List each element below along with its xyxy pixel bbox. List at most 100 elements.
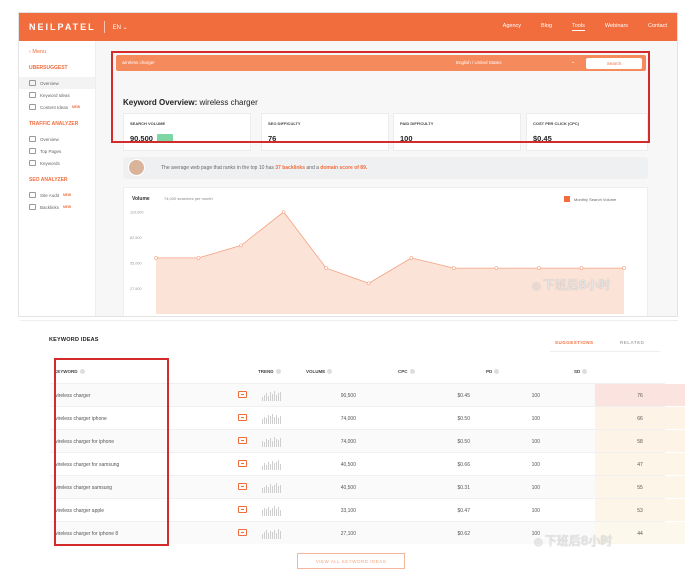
- data-point[interactable]: [366, 281, 371, 286]
- menu-item-icon: [29, 92, 36, 98]
- help-icon[interactable]: [582, 369, 588, 375]
- trend-chart-icon[interactable]: [238, 437, 247, 444]
- spark-bar: [274, 485, 275, 493]
- cpc-cell: $0.47: [457, 508, 470, 514]
- spark-bar: [278, 460, 279, 470]
- data-point[interactable]: [579, 266, 584, 270]
- trend-chart-icon[interactable]: [238, 529, 247, 536]
- data-point[interactable]: [154, 256, 158, 260]
- trend-sparkline: [262, 436, 294, 447]
- view-all-keyword-ideas-button[interactable]: VIEW ALL KEYWORD IDEAS: [297, 553, 405, 569]
- col-volume[interactable]: VOLUME: [306, 369, 333, 375]
- sd-value: 55: [637, 485, 643, 491]
- spark-bar: [268, 487, 269, 493]
- col-pd-label: PD: [486, 369, 493, 374]
- sidebar-item-label: Content Ideas: [40, 104, 69, 110]
- trend-chart-icon[interactable]: [238, 506, 247, 513]
- menu-back-link[interactable]: ‹ Menu: [19, 49, 95, 55]
- sidebar-item-site-audit[interactable]: Site Audit NEW: [19, 189, 95, 201]
- sd-cell: 58: [595, 430, 685, 452]
- spark-bar: [268, 533, 269, 539]
- col-trend[interactable]: TREND: [258, 369, 281, 375]
- nav-agency[interactable]: Agency: [503, 23, 521, 31]
- sidebar-section-title: UBERSUGGEST: [29, 65, 68, 71]
- spark-bar: [270, 510, 271, 516]
- sidebar-item-overview[interactable]: Overview: [19, 133, 95, 145]
- spark-bar: [270, 416, 271, 424]
- spark-bar: [270, 484, 271, 493]
- tab-suggestions[interactable]: SUGGESTIONS: [555, 340, 594, 345]
- help-icon[interactable]: [494, 369, 500, 375]
- tip-backlinks: 37 backlinks: [275, 165, 305, 171]
- data-point[interactable]: [281, 210, 286, 214]
- sidebar-item-keywords[interactable]: Keywords: [19, 157, 95, 169]
- data-point[interactable]: [537, 266, 541, 270]
- sidebar-item-label: Backlinks: [40, 204, 60, 210]
- spark-bar: [270, 531, 271, 539]
- col-cpc[interactable]: CPC: [398, 369, 415, 375]
- trend-chart-icon[interactable]: [238, 391, 247, 398]
- nav-blog[interactable]: Blog: [541, 23, 552, 31]
- cpc-cell: $0.31: [457, 485, 470, 491]
- keyword-ideas-title: KEYWORD IDEAS: [49, 337, 99, 343]
- pd-cell: 100: [531, 393, 540, 399]
- sidebar-item-content-ideas[interactable]: Content Ideas NEW: [19, 101, 95, 113]
- volume-cell: 40,500: [340, 462, 356, 468]
- volume-cell: 27,100: [340, 531, 356, 537]
- spark-bar: [262, 466, 263, 470]
- data-point[interactable]: [409, 256, 414, 260]
- language-selector[interactable]: EN ⌄: [113, 24, 128, 31]
- sidebar-section-title: TRAFFIC ANALYZER: [29, 121, 79, 127]
- data-point[interactable]: [239, 243, 243, 248]
- col-sd[interactable]: SD: [574, 369, 588, 375]
- spark-bar: [266, 439, 267, 447]
- brand-logo[interactable]: NEILPATEL: [29, 22, 96, 32]
- sidebar-item-overview[interactable]: Overview: [19, 77, 95, 89]
- trend-sparkline: [262, 413, 294, 424]
- spark-bar: [264, 463, 265, 470]
- spark-bar: [262, 534, 263, 539]
- data-point[interactable]: [452, 266, 456, 270]
- brand-divider: [103, 21, 105, 33]
- spark-bar: [268, 396, 269, 401]
- y-tick-label: 55,000: [130, 262, 142, 266]
- wechat-icon: ◎: [532, 281, 541, 292]
- cpc-cell: $0.50: [457, 416, 470, 422]
- trend-sparkline: [262, 459, 294, 470]
- data-point[interactable]: [324, 266, 328, 270]
- spark-bar: [272, 441, 273, 447]
- trend-chart-icon[interactable]: [238, 414, 247, 421]
- nav-tools[interactable]: Tools: [572, 23, 585, 31]
- nav-contact[interactable]: Contact: [648, 23, 667, 31]
- col-pd[interactable]: PD: [486, 369, 500, 375]
- spark-bar: [274, 463, 275, 470]
- help-icon[interactable]: [327, 369, 333, 375]
- nav-webinars[interactable]: Webinars: [605, 23, 628, 31]
- sidebar-item-top-pages[interactable]: Top Pages: [19, 145, 95, 157]
- sidebar-item-label: Overview: [40, 80, 59, 86]
- sidebar-item-backlinks[interactable]: Backlinks NEW: [19, 201, 95, 213]
- tab-related[interactable]: RELATED: [620, 340, 644, 345]
- data-point[interactable]: [494, 266, 499, 270]
- trend-chart-icon[interactable]: [238, 483, 247, 490]
- sidebar-item-label: Keyword Ideas: [40, 92, 70, 98]
- spark-bar: [274, 391, 275, 401]
- spark-bar: [268, 507, 269, 516]
- help-icon[interactable]: [409, 369, 415, 375]
- spark-bar: [264, 417, 265, 424]
- spark-bar: [280, 531, 281, 539]
- spark-bar: [280, 510, 281, 516]
- data-point[interactable]: [196, 256, 201, 260]
- pd-cell: 100: [531, 439, 540, 445]
- help-icon[interactable]: [275, 369, 281, 375]
- spark-bar: [262, 397, 263, 401]
- sidebar-item-keyword-ideas[interactable]: Keyword Ideas: [19, 89, 95, 101]
- data-point[interactable]: [622, 266, 626, 270]
- highlight-frame-overview: [111, 51, 650, 143]
- spark-bar: [280, 438, 281, 447]
- spark-bar: [276, 462, 277, 470]
- sd-cell: 76: [595, 384, 685, 406]
- trend-chart-icon[interactable]: [238, 460, 247, 467]
- spark-bar: [264, 487, 265, 493]
- spark-bar: [268, 415, 269, 424]
